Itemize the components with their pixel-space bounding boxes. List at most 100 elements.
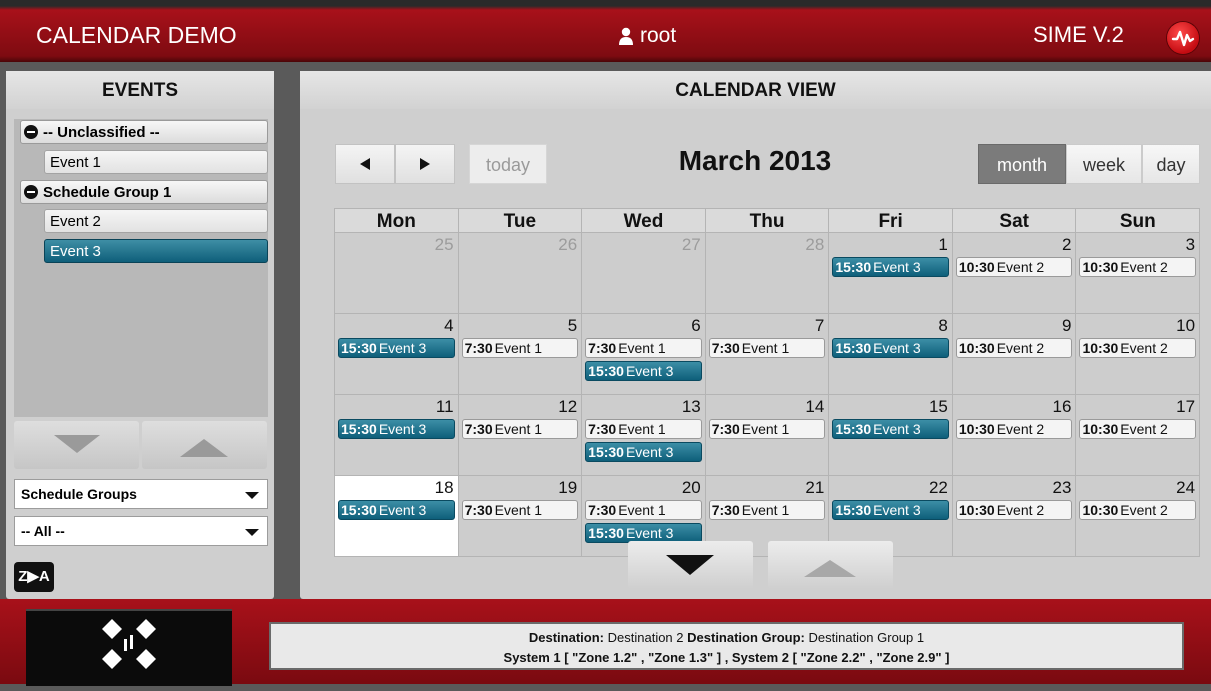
- prev-month-button[interactable]: [335, 144, 395, 184]
- calendar-day-cell[interactable]: 18 15:30 Event 3: [334, 476, 459, 557]
- calendar-event[interactable]: 10:30 Event 2: [1079, 500, 1197, 520]
- event-time: 15:30: [835, 502, 872, 518]
- calendar-day-cell[interactable]: 4 15:30 Event 3: [334, 314, 459, 395]
- user-indicator[interactable]: root: [618, 24, 676, 48]
- event-time: 7:30: [588, 421, 617, 437]
- weekday-header: Mon Tue Wed Thu Fri Sat Sun: [334, 208, 1201, 233]
- day-number: 9: [1062, 316, 1072, 335]
- collapse-icon[interactable]: [24, 185, 38, 199]
- calendar-event[interactable]: 10:30 Event 2: [1079, 257, 1197, 277]
- calendar-event[interactable]: 10:30 Event 2: [1079, 338, 1197, 358]
- event-time: 7:30: [588, 502, 617, 518]
- tree-item-event-1[interactable]: Event 1: [44, 150, 268, 174]
- event-title: Event 2: [1120, 259, 1168, 275]
- event-title: Event 1: [494, 421, 543, 437]
- calendar-day-cell[interactable]: 1 15:30 Event 3: [829, 233, 953, 314]
- calendar-day-cell[interactable]: 10 10:30 Event 2: [1076, 314, 1201, 395]
- calendar-day-cell[interactable]: 17 10:30 Event 2: [1076, 395, 1201, 476]
- calendar-day-cell[interactable]: 19 7:30 Event 1: [458, 476, 583, 557]
- event-time: 10:30: [958, 421, 995, 437]
- calendar-event[interactable]: 15:30 Event 3: [585, 442, 702, 462]
- calendar-day-cell[interactable]: 11 15:30 Event 3: [334, 395, 459, 476]
- app-title: CALENDAR DEMO: [36, 22, 237, 48]
- calendar-event[interactable]: 7:30 Event 1: [585, 500, 702, 520]
- calendar-week-row: 18 15:30 Event 3 19 7:30 Event 1 20 7:30 Event 1…: [334, 476, 1201, 557]
- calendar-event[interactable]: 7:30 Event 1: [585, 419, 702, 439]
- calendar-event[interactable]: 7:30 Event 1: [461, 500, 579, 520]
- calendar-event[interactable]: 10:30 Event 2: [955, 257, 1073, 277]
- calendar-day-cell[interactable]: 28: [705, 233, 830, 314]
- calendar-event[interactable]: 10:30 Event 2: [955, 419, 1073, 439]
- calendar-event[interactable]: 10:30 Event 2: [955, 500, 1073, 520]
- calendar-day-cell[interactable]: 5 7:30 Event 1: [458, 314, 583, 395]
- calendar-event[interactable]: 7:30 Event 1: [461, 419, 579, 439]
- footer-logo-button[interactable]: [26, 609, 232, 686]
- tree-item-event-3[interactable]: Event 3: [44, 239, 268, 263]
- calendar-event[interactable]: 15:30 Event 3: [832, 419, 949, 439]
- event-title: Event 1: [741, 502, 790, 518]
- event-time: 10:30: [1082, 421, 1119, 437]
- tree-group-unclassified[interactable]: -- Unclassified --: [20, 120, 268, 144]
- today-button[interactable]: today: [469, 144, 547, 184]
- sort-z-a-button[interactable]: Z▶A: [14, 562, 54, 592]
- events-scroll-down-button[interactable]: [14, 421, 139, 469]
- calendar-event[interactable]: 10:30 Event 2: [955, 338, 1073, 358]
- view-day-button[interactable]: day: [1142, 144, 1200, 184]
- calendar-day-cell[interactable]: 14 7:30 Event 1: [705, 395, 830, 476]
- next-arrow-icon: [420, 158, 430, 170]
- tree-group-schedule-group-1[interactable]: Schedule Group 1: [20, 180, 268, 204]
- calendar-day-cell[interactable]: 26: [458, 233, 583, 314]
- calendar-day-cell[interactable]: 23 10:30 Event 2: [952, 476, 1077, 557]
- calendar-day-cell[interactable]: 8 15:30 Event 3: [829, 314, 953, 395]
- calendar-event[interactable]: 15:30 Event 3: [338, 500, 455, 520]
- calendar-day-cell[interactable]: 2 10:30 Event 2: [952, 233, 1077, 314]
- tree-item-event-2[interactable]: Event 2: [44, 209, 268, 233]
- calendar-scroll-up-button[interactable]: [768, 541, 893, 589]
- event-title: Event 3: [378, 421, 427, 437]
- calendar-day-cell[interactable]: 15 15:30 Event 3: [829, 395, 953, 476]
- calendar-day-cell[interactable]: 24 10:30 Event 2: [1076, 476, 1201, 557]
- calendar-event[interactable]: 15:30 Event 3: [832, 257, 949, 277]
- event-title: Event 3: [378, 502, 427, 518]
- calendar-panel-title: CALENDAR VIEW: [300, 71, 1211, 109]
- calendar-event[interactable]: 10:30 Event 2: [1079, 419, 1197, 439]
- calendar-week-row: 4 15:30 Event 3 5 7:30 Event 1 6 7:30 Event 1 15:…: [334, 314, 1201, 395]
- view-month-button[interactable]: month: [978, 144, 1066, 184]
- calendar-event[interactable]: 15:30 Event 3: [338, 338, 455, 358]
- calendar-week-row: 11 15:30 Event 3 12 7:30 Event 1 13 7:30 Event 1…: [334, 395, 1201, 476]
- event-time: 15:30: [588, 444, 624, 460]
- calendar-event[interactable]: 7:30 Event 1: [708, 500, 826, 520]
- calendar-event[interactable]: 15:30 Event 3: [585, 361, 702, 381]
- calendar-event[interactable]: 15:30 Event 3: [585, 523, 702, 543]
- collapse-icon[interactable]: [24, 125, 38, 139]
- calendar-day-cell[interactable]: 12 7:30 Event 1: [458, 395, 583, 476]
- events-scroll-up-button[interactable]: [142, 421, 267, 469]
- calendar-day-cell[interactable]: 16 10:30 Event 2: [952, 395, 1077, 476]
- calendar-day-cell[interactable]: 9 10:30 Event 2: [952, 314, 1077, 395]
- view-week-button[interactable]: week: [1066, 144, 1142, 184]
- weekday-sat: Sat: [952, 208, 1077, 233]
- calendar-scroll-down-button[interactable]: [628, 541, 753, 589]
- calendar-event[interactable]: 7:30 Event 1: [708, 338, 826, 358]
- event-title: Event 3: [625, 525, 674, 541]
- next-month-button[interactable]: [395, 144, 455, 184]
- calendar-event[interactable]: 7:30 Event 1: [708, 419, 826, 439]
- schedule-groups-select[interactable]: Schedule Groups: [14, 479, 268, 509]
- calendar-event[interactable]: 15:30 Event 3: [832, 500, 949, 520]
- filter-select[interactable]: -- All --: [14, 516, 268, 546]
- calendar-event[interactable]: 15:30 Event 3: [832, 338, 949, 358]
- event-title: Event 1: [618, 340, 666, 356]
- day-number: 16: [1052, 397, 1072, 416]
- calendar-event[interactable]: 15:30 Event 3: [338, 419, 455, 439]
- calendar-day-cell[interactable]: 27: [582, 233, 706, 314]
- chevron-down-icon: [245, 492, 259, 499]
- calendar-day-cell[interactable]: 7 7:30 Event 1: [705, 314, 830, 395]
- calendar-day-cell[interactable]: 6 7:30 Event 1 15:30 Event 3: [582, 314, 706, 395]
- calendar-day-cell[interactable]: 3 10:30 Event 2: [1076, 233, 1201, 314]
- calendar-day-cell[interactable]: 25: [334, 233, 459, 314]
- calendar-event[interactable]: 7:30 Event 1: [585, 338, 702, 358]
- calendar-event[interactable]: 7:30 Event 1: [461, 338, 579, 358]
- calendar-day-cell[interactable]: 13 7:30 Event 1 15:30 Event 3: [582, 395, 706, 476]
- calendar-nav: [335, 144, 455, 184]
- event-time: 15:30: [341, 502, 377, 518]
